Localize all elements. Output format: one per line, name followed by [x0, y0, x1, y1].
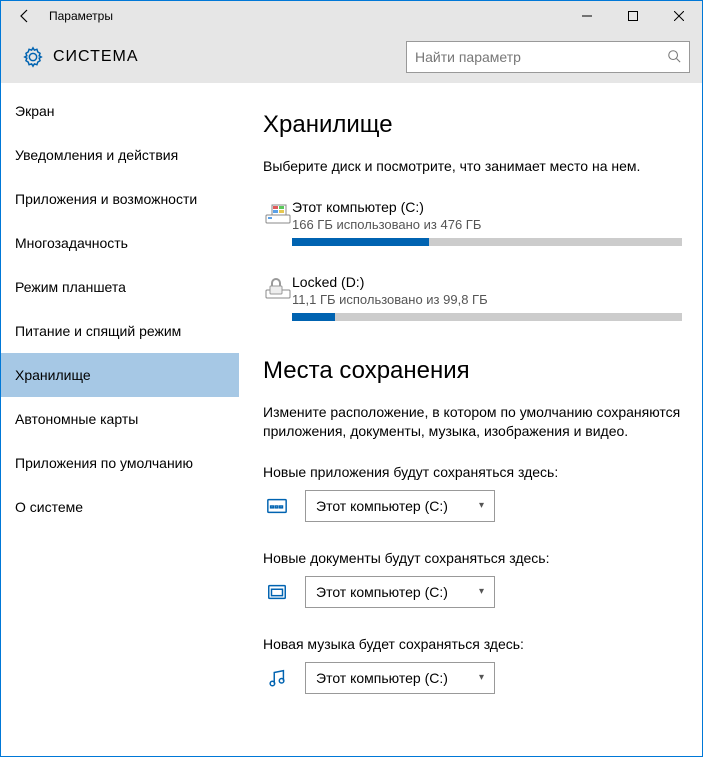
search-placeholder: Найти параметр: [415, 49, 667, 65]
save-apps-dropdown[interactable]: Этот компьютер (C:) ▾: [305, 490, 495, 522]
minimize-button[interactable]: [564, 1, 610, 31]
save-row-apps: Новые приложения будут сохраняться здесь…: [263, 464, 682, 522]
header: СИСТЕМА Найти параметр: [1, 31, 702, 83]
save-documents-dropdown[interactable]: Этот компьютер (C:) ▾: [305, 576, 495, 608]
apps-icon: [263, 495, 291, 517]
close-button[interactable]: [656, 1, 702, 31]
disk-name: Locked (D:): [292, 274, 682, 290]
save-row-documents: Новые документы будут сохраняться здесь:…: [263, 550, 682, 608]
disk-name: Этот компьютер (C:): [292, 199, 682, 215]
disk-usage: 166 ГБ использовано из 476 ГБ: [292, 217, 682, 232]
search-input[interactable]: Найти параметр: [406, 41, 690, 73]
sidebar-item-multitasking[interactable]: Многозадачность: [1, 221, 239, 265]
titlebar: Параметры: [1, 1, 702, 31]
documents-icon: [263, 581, 291, 603]
sidebar-item-default-apps[interactable]: Приложения по умолчанию: [1, 441, 239, 485]
disk-usage: 11,1 ГБ использовано из 99,8 ГБ: [292, 292, 682, 307]
sidebar-item-apps-features[interactable]: Приложения и возможности: [1, 177, 239, 221]
save-row-label: Новые приложения будут сохраняться здесь…: [263, 464, 682, 480]
chevron-down-icon: ▾: [479, 586, 484, 597]
disk-usage-bar: [292, 238, 682, 246]
storage-heading: Хранилище: [263, 111, 682, 139]
search-icon: [667, 49, 681, 66]
drive-d-locked-icon: [263, 274, 292, 321]
sidebar-item-notifications[interactable]: Уведомления и действия: [1, 133, 239, 177]
save-locations-heading: Места сохранения: [263, 357, 682, 385]
disk-row[interactable]: Locked (D:) 11,1 ГБ использовано из 99,8…: [263, 274, 682, 321]
content: Хранилище Выберите диск и посмотрите, чт…: [239, 83, 702, 756]
sidebar-item-storage[interactable]: Хранилище: [1, 353, 239, 397]
chevron-down-icon: ▾: [479, 500, 484, 511]
sidebar-item-about[interactable]: О системе: [1, 485, 239, 529]
window-title: Параметры: [49, 9, 113, 23]
maximize-button[interactable]: [610, 1, 656, 31]
drive-c-icon: [263, 199, 292, 246]
sidebar-item-offline-maps[interactable]: Автономные карты: [1, 397, 239, 441]
sidebar-item-tablet-mode[interactable]: Режим планшета: [1, 265, 239, 309]
sidebar: Экран Уведомления и действия Приложения …: [1, 83, 239, 756]
save-music-dropdown[interactable]: Этот компьютер (C:) ▾: [305, 662, 495, 694]
storage-subtext: Выберите диск и посмотрите, что занимает…: [263, 157, 682, 177]
gear-icon: [13, 46, 53, 68]
chevron-down-icon: ▾: [479, 672, 484, 683]
back-button[interactable]: [1, 1, 49, 31]
sidebar-item-power-sleep[interactable]: Питание и спящий режим: [1, 309, 239, 353]
disk-usage-bar: [292, 313, 682, 321]
sidebar-item-display[interactable]: Экран: [1, 89, 239, 133]
save-row-label: Новая музыка будет сохраняться здесь:: [263, 636, 682, 652]
save-row-music: Новая музыка будет сохраняться здесь: Эт…: [263, 636, 682, 694]
disk-row[interactable]: Этот компьютер (C:) 166 ГБ использовано …: [263, 199, 682, 246]
music-icon: [263, 667, 291, 689]
page-title: СИСТЕМА: [53, 48, 139, 66]
save-locations-subtext: Измените расположение, в котором по умол…: [263, 403, 682, 442]
save-row-label: Новые документы будут сохраняться здесь:: [263, 550, 682, 566]
